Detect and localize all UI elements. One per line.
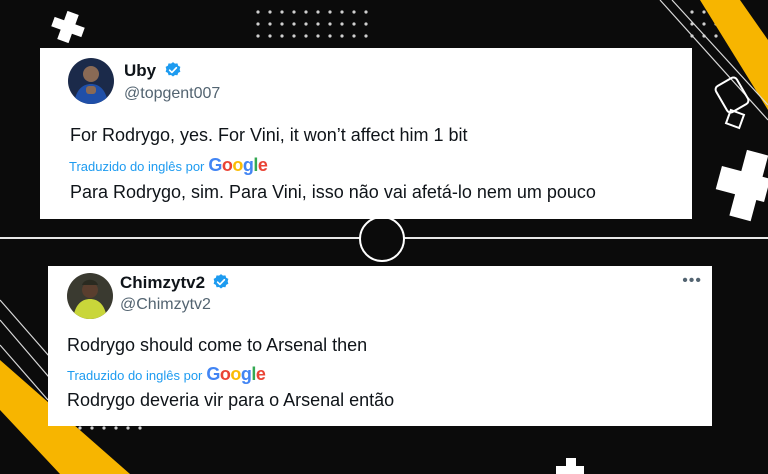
display-name[interactable]: Uby xyxy=(124,61,156,81)
user-handle[interactable]: @Chimzytv2 xyxy=(120,296,211,314)
avatar[interactable] xyxy=(67,273,113,319)
translation-attribution[interactable]: Traduzido do inglês por Google xyxy=(67,364,266,385)
translation-attribution[interactable]: Traduzido do inglês por Google xyxy=(69,155,268,176)
tweet-card: Uby @topgent007 For Rodrygo, yes. For Vi… xyxy=(40,48,692,219)
google-logo: Google xyxy=(208,155,268,175)
verified-badge-icon xyxy=(213,274,229,289)
divider-circle-decoration xyxy=(359,216,405,262)
tweet-text: Rodrygo should come to Arsenal then xyxy=(67,335,368,355)
display-name[interactable]: Chimzytv2 xyxy=(120,273,205,293)
user-handle[interactable]: @topgent007 xyxy=(124,85,220,103)
verified-badge-icon xyxy=(165,62,181,77)
translated-text: Rodrygo deveria vir para o Arsenal então xyxy=(67,390,395,410)
google-logo: Google xyxy=(206,364,266,384)
tweet-card: Chimzytv2 ••• @Chimzytv2 Rodrygo should … xyxy=(48,266,712,426)
translated-text: Para Rodrygo, sim. Para Vini, isso não v… xyxy=(70,182,596,202)
more-options-icon[interactable]: ••• xyxy=(682,272,702,290)
translated-label: Traduzido do inglês por xyxy=(69,159,205,174)
translated-label: Traduzido do inglês por xyxy=(67,368,203,383)
tweet-text: For Rodrygo, yes. For Vini, it won’t aff… xyxy=(70,125,468,145)
avatar[interactable] xyxy=(68,58,114,104)
